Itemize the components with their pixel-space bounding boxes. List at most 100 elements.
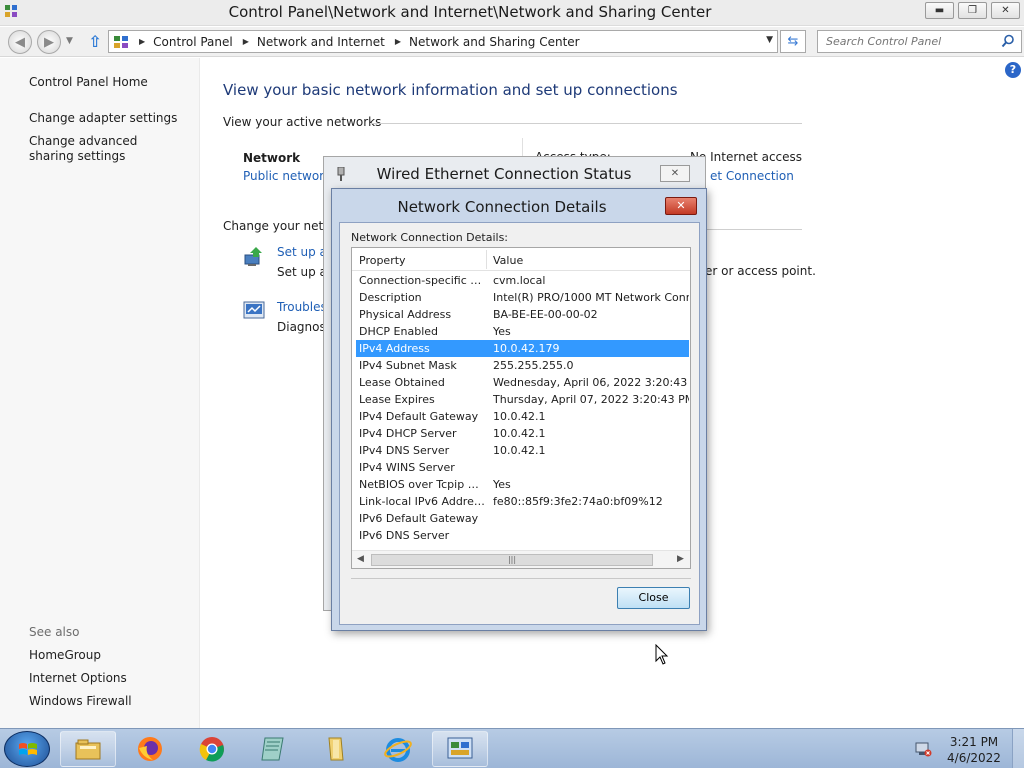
property-cell: Lease Expires: [359, 393, 435, 406]
search-input[interactable]: [818, 31, 988, 52]
status-dialog-close-button[interactable]: ✕: [660, 165, 690, 182]
taskbar-chrome[interactable]: [184, 731, 240, 767]
taskbar-firefox[interactable]: [122, 731, 178, 767]
clock-date: 4/6/2022: [947, 751, 1001, 765]
connection-link[interactable]: et Connection: [710, 169, 794, 183]
internet-explorer-icon: [384, 738, 412, 762]
search-box[interactable]: [817, 30, 1022, 53]
windows-firewall-link[interactable]: Windows Firewall: [29, 694, 189, 709]
column-header-value[interactable]: Value: [493, 254, 523, 267]
maximize-button[interactable]: ❐: [958, 2, 987, 19]
close-button[interactable]: Close: [617, 587, 690, 609]
clock-time: 3:21 PM: [949, 735, 999, 749]
section-divider: [700, 229, 802, 230]
value-cell: 255.255.255.0: [493, 359, 574, 372]
help-icon[interactable]: ?: [1005, 62, 1021, 78]
page-title: View your basic network information and …: [223, 81, 678, 99]
control-panel-icon: [114, 35, 128, 48]
column-header-property[interactable]: Property: [359, 254, 406, 267]
value-cell: 10.0.42.1: [493, 410, 546, 423]
address-bar[interactable]: ▶ Control Panel ▶ Network and Internet ▶…: [108, 30, 778, 53]
setup-connection-link[interactable]: Set up a: [277, 245, 327, 259]
list-item[interactable]: Description Intel(R) PRO/1000 MT Network …: [352, 289, 690, 306]
list-rows: Connection-specific DN... cvm.local Descri…: [352, 272, 690, 544]
list-item[interactable]: IPv4 WINS Server: [352, 459, 690, 476]
taskbar-control-panel[interactable]: [432, 731, 488, 767]
internet-options-link[interactable]: Internet Options: [29, 671, 189, 686]
control-panel-home-link[interactable]: Control Panel Home: [29, 75, 189, 90]
list-item[interactable]: IPv6 Default Gateway: [352, 510, 690, 527]
close-window-button[interactable]: ✕: [991, 2, 1020, 19]
details-list-view[interactable]: Property Value Connection-specific DN...…: [351, 247, 691, 569]
minimize-button[interactable]: ▬: [925, 2, 954, 19]
folder-icon: [328, 737, 344, 761]
property-cell: Connection-specific DN...: [359, 274, 485, 287]
access-type-value: No Internet access: [690, 150, 803, 164]
list-item[interactable]: Lease Obtained Wednesday, April 06, 2022 …: [352, 374, 690, 391]
list-item[interactable]: Connection-specific DN... cvm.local: [352, 272, 690, 289]
horizontal-scrollbar[interactable]: ◀ ||| ▶: [352, 550, 690, 568]
breadcrumb-separator[interactable]: ▶: [139, 37, 145, 46]
up-arrow-icon[interactable]: ⇧: [86, 33, 104, 51]
list-item[interactable]: IPv6 DNS Server: [352, 527, 690, 544]
taskbar-notepad[interactable]: [246, 731, 302, 767]
breadcrumb-control-panel[interactable]: Control Panel: [153, 35, 233, 49]
network-location-link[interactable]: Public network: [243, 169, 331, 183]
list-item[interactable]: IPv4 DNS Server 10.0.42.1: [352, 442, 690, 459]
list-item[interactable]: Link-local IPv6 Address fe80::85f9:3fe2:7…: [352, 493, 690, 510]
breadcrumb-separator[interactable]: ▶: [243, 37, 249, 46]
network-connection-details-dialog: Network Connection Details ✕ Network Con…: [331, 188, 707, 631]
property-cell: IPv6 DNS Server: [359, 529, 450, 542]
start-button[interactable]: [4, 731, 50, 767]
scroll-thumb[interactable]: |||: [371, 554, 653, 566]
list-item[interactable]: NetBIOS over Tcpip En... Yes: [352, 476, 690, 493]
list-item[interactable]: Lease Expires Thursday, April 07, 2022 3:…: [352, 391, 690, 408]
property-cell: IPv4 Address: [359, 342, 430, 355]
setup-connection-description: Set up a: [277, 265, 327, 279]
list-item[interactable]: IPv4 Address 10.0.42.179: [356, 340, 689, 357]
scroll-left-arrow[interactable]: ◀: [357, 554, 364, 564]
taskbar-explorer[interactable]: [60, 731, 116, 767]
breadcrumb-network-and-internet[interactable]: Network and Internet: [257, 35, 385, 49]
change-advanced-sharing-link[interactable]: Change advanced sharing settings: [29, 134, 179, 164]
details-dialog-close-icon[interactable]: ✕: [665, 197, 697, 215]
show-desktop-button[interactable]: [1012, 729, 1024, 768]
value-cell: 10.0.42.1: [493, 444, 546, 457]
value-cell: Thursday, April 07, 2022 3:20:43 PM: [493, 393, 689, 406]
network-tray-icon[interactable]: [914, 740, 932, 758]
taskbar: 3:21 PM 4/6/2022: [0, 728, 1024, 768]
folder-library-icon: [75, 739, 101, 760]
back-button[interactable]: ◀: [8, 30, 32, 54]
taskbar-internet-explorer[interactable]: [370, 731, 426, 767]
property-cell: DHCP Enabled: [359, 325, 439, 338]
firefox-icon: [138, 737, 162, 761]
column-divider[interactable]: [486, 250, 487, 269]
breadcrumb-network-sharing-center[interactable]: Network and Sharing Center: [409, 35, 580, 49]
scroll-right-arrow[interactable]: ▶: [677, 554, 684, 564]
property-cell: NetBIOS over Tcpip En...: [359, 478, 485, 491]
change-adapter-settings-link[interactable]: Change adapter settings: [29, 111, 189, 126]
property-cell: IPv4 Default Gateway: [359, 410, 479, 423]
list-item[interactable]: DHCP Enabled Yes: [352, 323, 690, 340]
property-cell: Physical Address: [359, 308, 452, 321]
list-item[interactable]: Physical Address BA-BE-EE-00-00-02: [352, 306, 690, 323]
forward-button[interactable]: ▶: [37, 30, 61, 54]
recent-pages-dropdown[interactable]: ▼: [66, 36, 73, 46]
homegroup-link[interactable]: HomeGroup: [29, 648, 189, 663]
system-clock[interactable]: 3:21 PM 4/6/2022: [946, 734, 1002, 766]
taskbar-folder[interactable]: [308, 731, 364, 767]
address-history-dropdown[interactable]: ▼: [766, 35, 773, 45]
list-item[interactable]: IPv4 DHCP Server 10.0.42.1: [352, 425, 690, 442]
search-icon[interactable]: [1001, 34, 1015, 48]
active-networks-heading: View your active networks: [223, 115, 382, 129]
value-cell: Intel(R) PRO/1000 MT Network Connecti: [493, 291, 689, 304]
left-task-pane: Control Panel Home Change adapter settin…: [0, 58, 200, 728]
list-item[interactable]: IPv4 Subnet Mask 255.255.255.0: [352, 357, 690, 374]
value-cell: fe80::85f9:3fe2:74a0:bf09%12: [493, 495, 663, 508]
list-item[interactable]: IPv4 Default Gateway 10.0.42.1: [352, 408, 690, 425]
breadcrumb-separator[interactable]: ▶: [395, 37, 401, 46]
troubleshoot-problems-link[interactable]: Troubles: [277, 300, 327, 314]
window-titlebar: Control Panel\Network and Internet\Netwo…: [0, 0, 1024, 26]
refresh-button[interactable]: ⇆: [780, 30, 806, 53]
see-also-heading: See also: [29, 625, 80, 639]
